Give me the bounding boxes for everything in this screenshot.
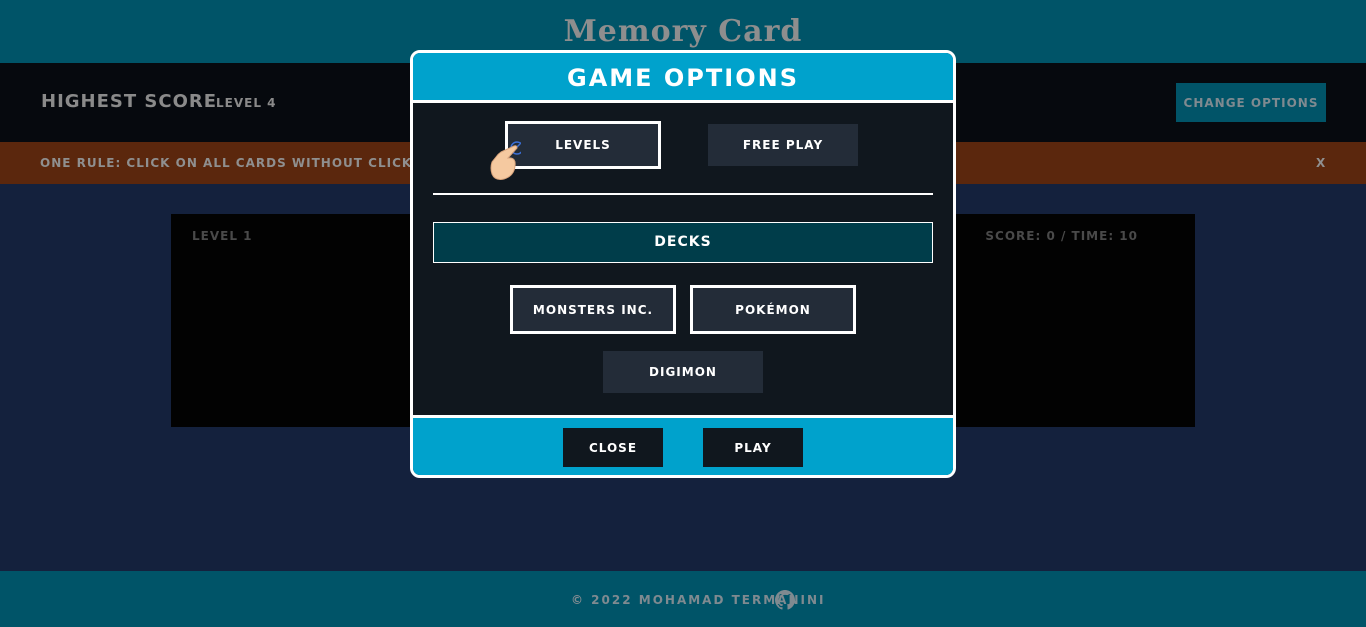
game-options-modal: GAME OPTIONS LEVELS FREE PLAY DECKS MONS… <box>410 50 956 478</box>
close-button[interactable]: CLOSE <box>563 428 663 467</box>
mode-levels-button[interactable]: LEVELS <box>505 121 661 169</box>
hand-cursor-icon <box>490 141 521 180</box>
highest-score-label: HIGHEST SCORE <box>41 91 218 112</box>
highest-score-value: LEVEL 4 <box>216 96 277 110</box>
modal-header: GAME OPTIONS <box>413 53 953 103</box>
change-options-button[interactable]: CHANGE OPTIONS <box>1176 83 1326 122</box>
page-footer: © 2022 MOHAMAD TERMANINI <box>0 571 1366 627</box>
modal-title: GAME OPTIONS <box>567 64 799 92</box>
github-icon[interactable] <box>775 590 795 610</box>
modal-footer: CLOSE PLAY <box>413 415 953 475</box>
deck-pokemon-button[interactable]: POKÉMON <box>690 285 856 334</box>
divider <box>433 193 933 195</box>
board-level-label: LEVEL 1 <box>192 229 253 243</box>
play-button[interactable]: PLAY <box>703 428 803 467</box>
app-title: Memory Card <box>563 14 803 49</box>
mode-free-play-button[interactable]: FREE PLAY <box>708 124 858 166</box>
deck-digimon-button[interactable]: DIGIMON <box>603 351 763 393</box>
deck-monsters-inc-button[interactable]: MONSTERS INC. <box>510 285 676 334</box>
rule-close-button[interactable]: X <box>1316 156 1325 170</box>
board-score-time: SCORE: 0 / TIME: 10 <box>985 229 1138 243</box>
decks-heading: DECKS <box>433 222 933 263</box>
